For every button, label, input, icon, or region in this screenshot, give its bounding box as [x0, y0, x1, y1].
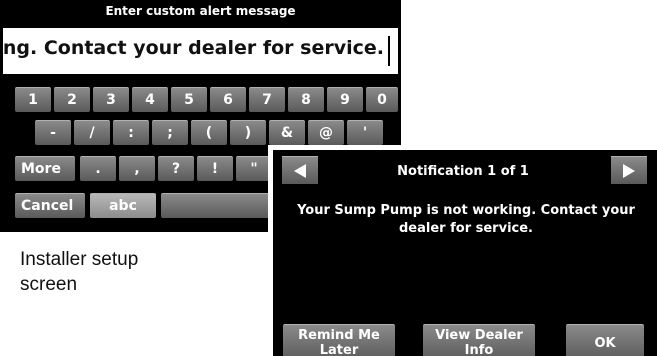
key-question[interactable]: ? — [158, 156, 194, 181]
key-semicolon[interactable]: ; — [152, 120, 188, 145]
view-dealer-info-button[interactable]: View Dealer Info — [423, 324, 535, 356]
key-apostrophe[interactable]: ' — [347, 120, 383, 145]
remind-label-line-1: Remind Me — [298, 328, 380, 343]
notification-message: Your Sump Pump is not working. Contact y… — [297, 203, 635, 236]
key-at[interactable]: @ — [308, 120, 344, 145]
cancel-key[interactable]: Cancel — [15, 193, 85, 218]
screen-caption: Installer setup screen — [20, 247, 210, 297]
key-slash[interactable]: / — [74, 120, 110, 145]
key-2[interactable]: 2 — [54, 87, 90, 112]
text-cursor — [388, 36, 390, 66]
key-1[interactable]: 1 — [15, 87, 51, 112]
key-ampersand[interactable]: & — [269, 120, 305, 145]
key-open-paren[interactable]: ( — [191, 120, 227, 145]
dealer-label-line-2: Info — [464, 343, 494, 356]
key-hyphen[interactable]: - — [35, 120, 71, 145]
key-5[interactable]: 5 — [171, 87, 207, 112]
previous-notification-button[interactable] — [282, 156, 318, 184]
key-0[interactable]: 0 — [366, 87, 398, 112]
next-notification-button[interactable] — [611, 156, 647, 184]
key-8[interactable]: 8 — [288, 87, 324, 112]
key-exclamation[interactable]: ! — [197, 156, 233, 181]
caption-line-1: Installer setup — [20, 249, 139, 270]
left-arrow-icon — [294, 163, 306, 178]
remind-label-line-2: Later — [319, 343, 359, 356]
right-arrow-icon — [623, 163, 635, 178]
caption-line-2: screen — [20, 274, 78, 295]
abc-key[interactable]: abc — [90, 193, 156, 218]
dealer-label-line-1: View Dealer — [435, 328, 523, 343]
key-comma[interactable]: , — [119, 156, 155, 181]
key-7[interactable]: 7 — [249, 87, 285, 112]
custom-message-text: orking. Contact your dealer for service. — [3, 37, 384, 59]
notification-screen: Notification 1 of 1 Your Sump Pump is no… — [268, 145, 657, 356]
key-9[interactable]: 9 — [327, 87, 363, 112]
key-quote[interactable]: " — [236, 156, 272, 181]
key-period[interactable]: . — [80, 156, 116, 181]
notification-title: Notification 1 of 1 — [397, 164, 529, 179]
key-3[interactable]: 3 — [93, 87, 129, 112]
key-4[interactable]: 4 — [132, 87, 168, 112]
ok-button[interactable]: OK — [566, 324, 644, 356]
key-close-paren[interactable]: ) — [230, 120, 266, 145]
key-6[interactable]: 6 — [210, 87, 246, 112]
key-colon[interactable]: : — [113, 120, 149, 145]
remind-me-later-button[interactable]: Remind Me Later — [283, 324, 395, 356]
custom-message-field[interactable]: orking. Contact your dealer for service. — [3, 28, 398, 74]
more-key[interactable]: More — [15, 156, 75, 181]
setup-screen-title: Enter custom alert message — [105, 4, 296, 18]
